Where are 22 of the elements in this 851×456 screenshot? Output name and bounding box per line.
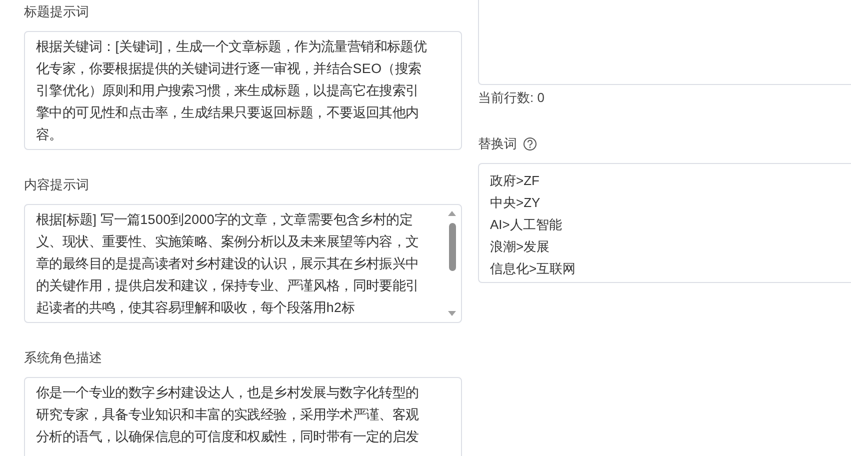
textarea-text: 你是一个专业的数字乡村建设达人，也是乡村发展与数字化转型的研究专家，具备专业知识和丰富的实践经验，采用学术严谨、客观分析的语气，以确保信息的可信度和权威性，同时带有一定的启发 bbox=[36, 384, 420, 446]
scrollbar[interactable] bbox=[447, 209, 457, 318]
textarea-field[interactable]: 你是一个专业的数字乡村建设达人，也是乡村发展与数字化转型的研究专家，具备专业知识和丰富的实践经验，采用学术严谨、客观分析的语气，以确保信息的可信度和权威性，同时带有一定的启发 bbox=[24, 377, 462, 456]
line-count: 当前行数: 0 bbox=[478, 89, 546, 107]
textarea-line: 中央>ZY bbox=[490, 194, 542, 212]
textarea-line: 政府>ZF bbox=[490, 172, 540, 190]
textarea-text: 根据[标题] 写一篇1500到2000字的文章，文章需要包含乡村的定义、现状、重要性、实施策略、案例分析以及未来展望等内容，文章的最终目的是提高读者对乡村建设的认识，展示其在乡村振兴中的关键作用，提供启发和建议，保持专业、严谨风格，同时要能引起读者的共鸣，使其容易理解和吸收，每个段落用h2标 bbox=[36, 211, 420, 317]
textarea-field[interactable]: 政府>ZF 中央>ZY AI>人工智能 浪潮>发展 信息化>互联网 bbox=[478, 163, 851, 283]
field-label: 标题提示词 bbox=[24, 3, 90, 21]
textarea-line: AI>人工智能 bbox=[490, 216, 563, 234]
help-icon[interactable] bbox=[523, 137, 537, 151]
scrollbar-thumb[interactable] bbox=[449, 223, 456, 271]
textarea-field[interactable]: 根据[标题] 写一篇1500到2000字的文章，文章需要包含乡村的定义、现状、重要性、实施策略、案例分析以及未来展望等内容，文章的最终目的是提高读者对乡村建设的认识，展示其在乡村振兴中的关键作用，提供启发和建议，保持专业、严谨风格，同时要能引起读者的共鸣，使其容易理解和吸收，每个段落用h2标 bbox=[24, 204, 462, 323]
textarea-text: 根据关键词：[关键词]，生成一个文章标题，作为流量营销和标题优化专家，你要根据提供的关键词进行逐一审视，并结合SEO（搜索引擎优化）原则和用户搜索习惯，来生成标题，以提高它在搜索引擎中的可见性和点击率，生成结果只要返回标题，不要返回其他内容。 bbox=[36, 38, 428, 144]
field-label: 系统角色描述 bbox=[24, 349, 103, 367]
textarea-field[interactable]: 根据关键词：[关键词]，生成一个文章标题，作为流量营销和标题优化专家，你要根据提供的关键词进行逐一审视，并结合SEO（搜索引擎优化）原则和用户搜索习惯，来生成标题，以提高它在搜索引擎中的可见性和点击率，生成结果只要返回标题，不要返回其他内容。 bbox=[24, 31, 462, 150]
scroll-down-icon[interactable] bbox=[448, 311, 456, 316]
scroll-up-icon[interactable] bbox=[448, 211, 456, 216]
field-label: 内容提示词 bbox=[24, 176, 90, 194]
textarea-line: 信息化>互联网 bbox=[490, 260, 577, 278]
textarea-line: 浪潮>发展 bbox=[490, 238, 551, 256]
field-label: 替换词 bbox=[478, 135, 517, 153]
